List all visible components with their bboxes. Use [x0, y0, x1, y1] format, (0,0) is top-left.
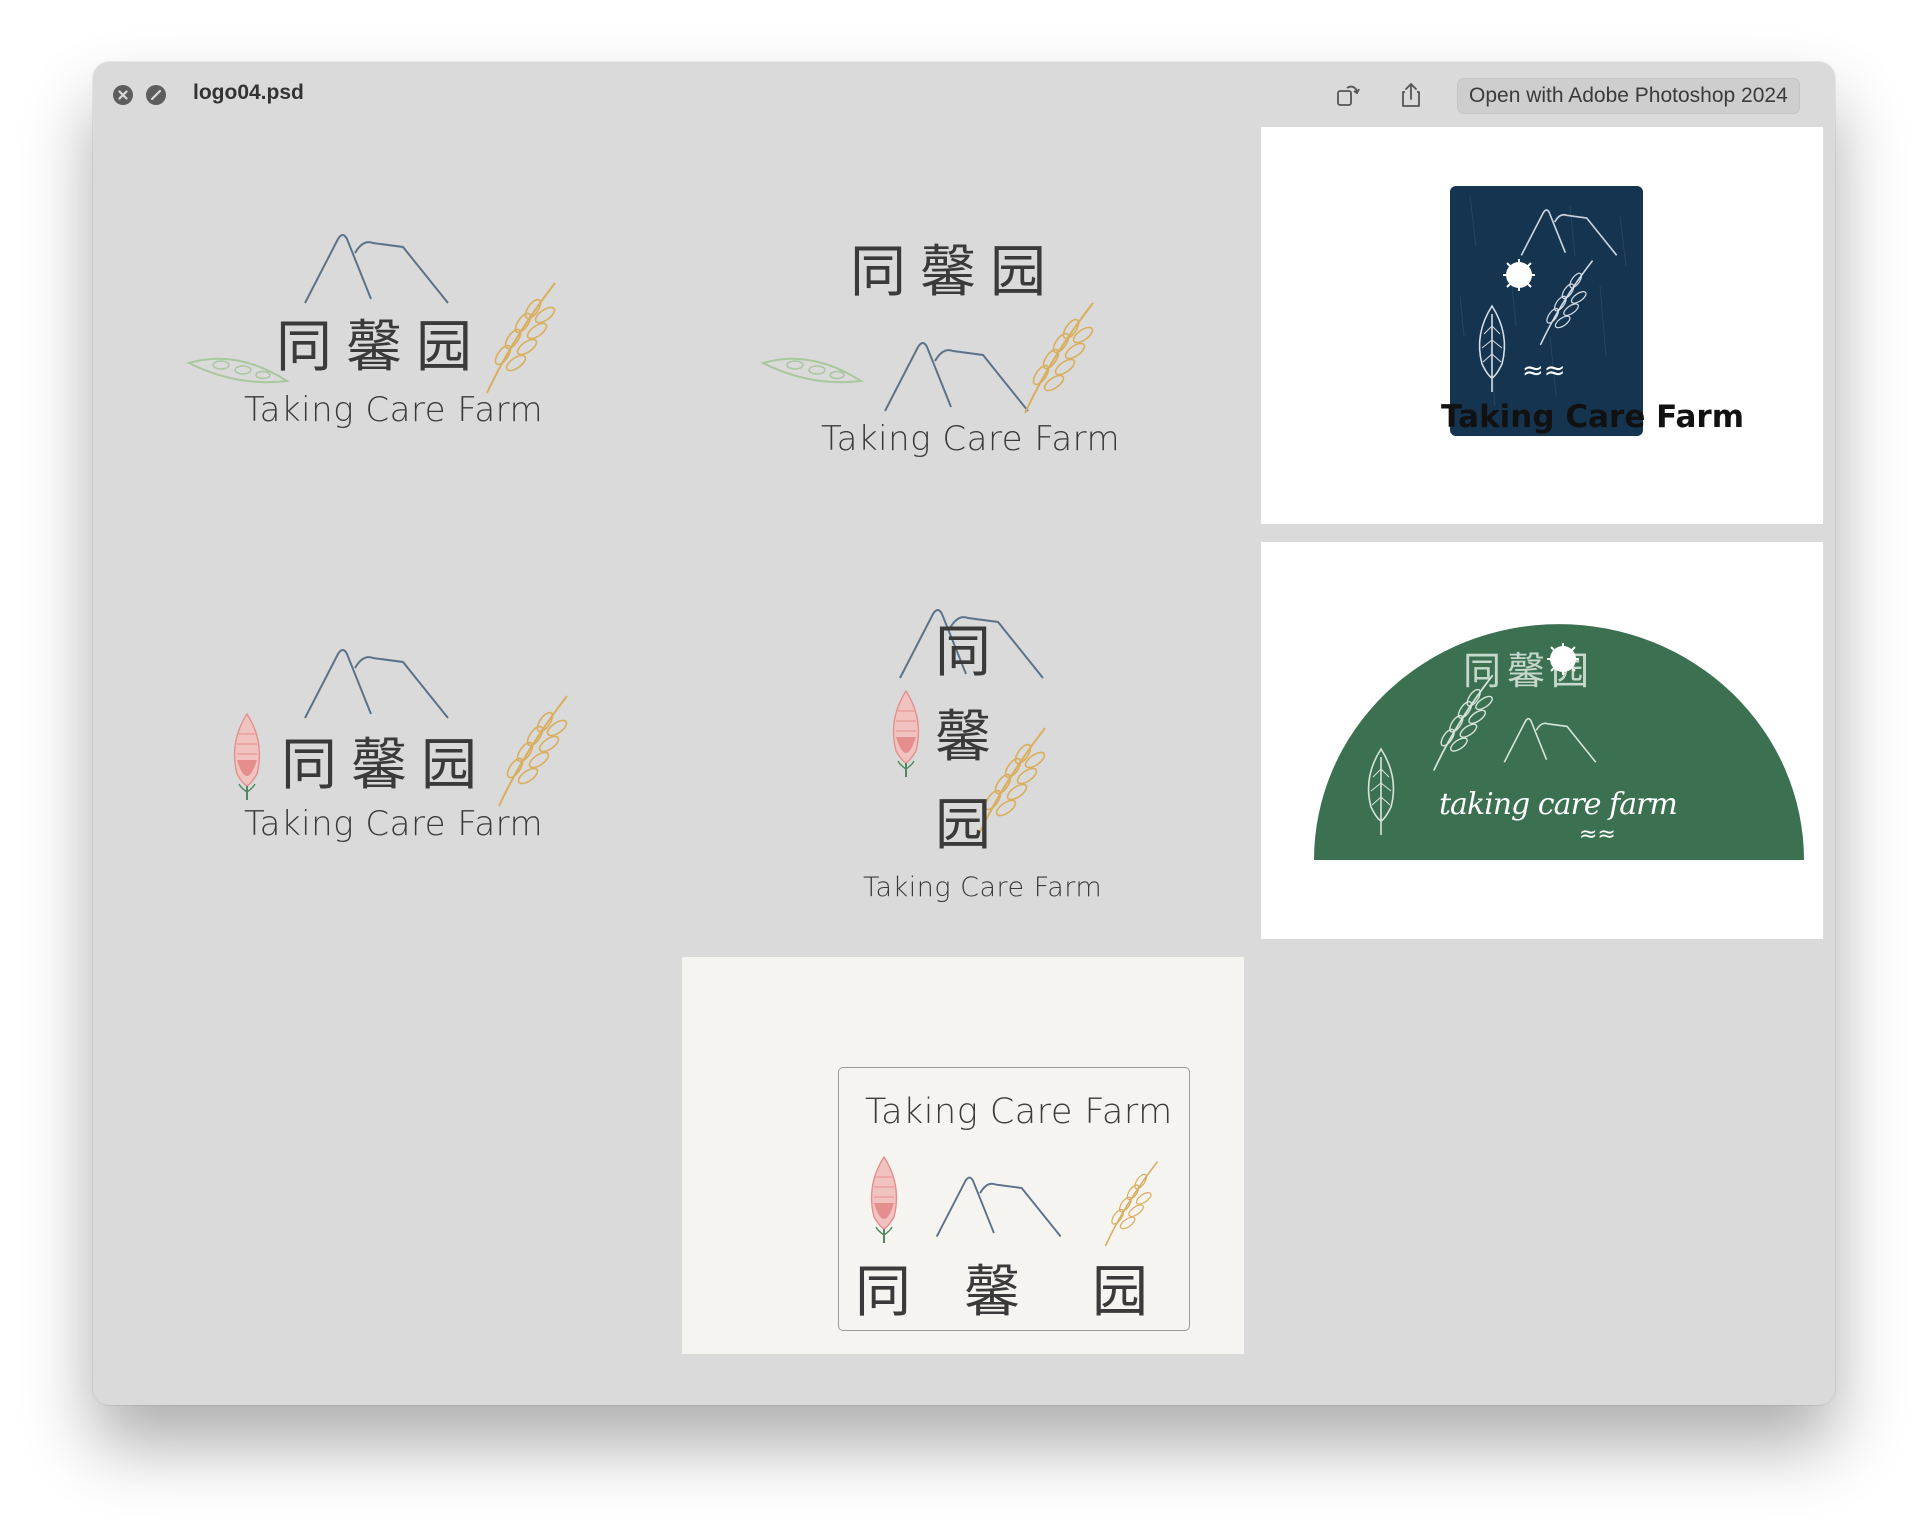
- flower-icon: [233, 712, 261, 800]
- zh-char-2: 馨: [920, 240, 976, 305]
- logo-english-name: Taking Care Farm: [244, 804, 544, 844]
- wheat-icon: [498, 695, 568, 807]
- mountain-icon: [935, 1176, 1062, 1238]
- wheat-icon: [1104, 1161, 1159, 1247]
- mountain-icon: [1520, 209, 1618, 256]
- zh-char-1: 同: [276, 315, 332, 380]
- wheat-icon: [1539, 260, 1594, 346]
- mountain-icon: [304, 649, 449, 719]
- flower-icon: [892, 689, 920, 777]
- arch-script-name: taking care farm: [1439, 787, 1678, 822]
- sun-icon: [1547, 643, 1579, 675]
- wave-glyph: ≈≈: [1522, 356, 1566, 386]
- zh-char-3: 园: [990, 240, 1046, 305]
- business-card-mockup: Taking Care Farm 同 馨 园: [682, 957, 1244, 1354]
- zh-char-3: 园: [421, 733, 477, 798]
- document-canvas: 同馨园 Taking Care Farm 同馨园 Taking Care Far…: [93, 62, 1835, 1405]
- wheat-icon: [1024, 302, 1094, 414]
- zh-char-1: 同: [935, 620, 991, 685]
- zh-char-3: 园: [416, 315, 472, 380]
- card-english-name: Taking Care Farm: [865, 1092, 1173, 1132]
- flower-icon: [870, 1155, 898, 1243]
- zh-char-1: 同: [850, 240, 906, 305]
- zh-char-2: 馨: [346, 315, 402, 380]
- mountain-icon: [1503, 717, 1597, 763]
- logo-english-name: Taking Care Farm: [863, 872, 1103, 903]
- green-arch-mockup: 同馨园 taking care farm ≈≈: [1261, 542, 1823, 939]
- logo-chinese-name: 同馨园: [276, 302, 472, 383]
- logo-english-name: Taking Care Farm: [244, 390, 544, 430]
- mountain-icon: [884, 342, 1029, 412]
- pea-pod-icon: [760, 357, 864, 384]
- wave-glyph: ≈≈: [1579, 822, 1616, 847]
- leaf-icon: [1367, 747, 1395, 835]
- logo-english-name: Taking Care Farm: [821, 419, 1121, 459]
- wheat-icon: [486, 282, 556, 394]
- badge-english-name: Taking Care Farm: [1441, 399, 1745, 435]
- zh-char-2: 馨: [1507, 649, 1546, 693]
- logo-chinese-name: 同馨园: [850, 227, 1046, 308]
- zh-char-3: 园: [1092, 1260, 1148, 1325]
- zh-char-1: 同: [855, 1260, 911, 1325]
- zh-char-2: 馨: [351, 733, 407, 798]
- sun-icon: [1503, 259, 1535, 291]
- zh-char-2: 馨: [964, 1260, 1020, 1325]
- navy-badge-mockup: ≈≈ Taking Care Farm: [1261, 127, 1823, 524]
- zh-char-1: 同: [281, 733, 337, 798]
- zh-char-3: 园: [935, 793, 991, 858]
- mountain-icon: [304, 234, 449, 304]
- leaf-icon: [1478, 304, 1506, 392]
- quicklook-window: logo04.psd Open with Adobe Photoshop 202…: [93, 62, 1835, 1405]
- logo-chinese-name: 同馨园: [281, 720, 477, 801]
- wheat-icon: [1433, 674, 1494, 771]
